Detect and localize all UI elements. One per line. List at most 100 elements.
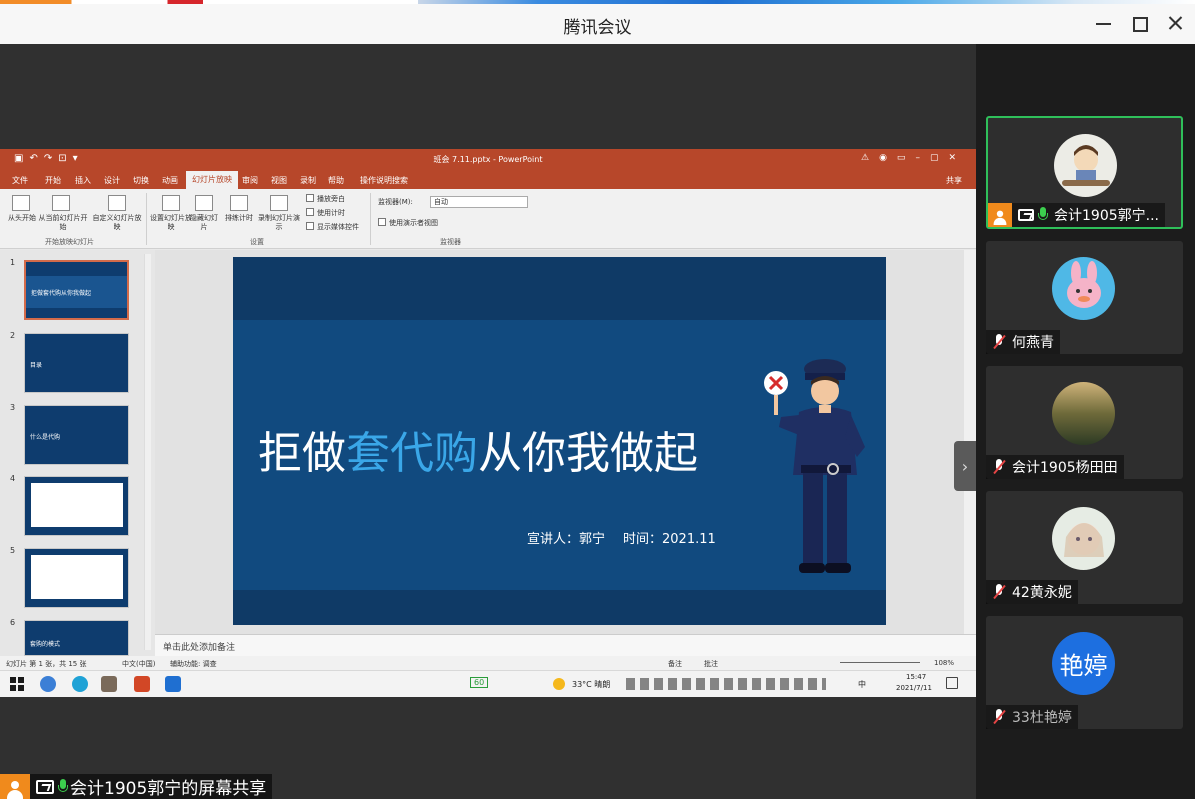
setup-show-button[interactable]: 设置幻灯片放映 — [150, 214, 192, 232]
ppt-tab[interactable]: 开始 — [45, 175, 61, 186]
thumb-number: 4 — [10, 474, 16, 483]
slide-thumbnail[interactable]: 套购的模式 — [24, 620, 129, 656]
participant-name-bar: 会计1905郭宁... — [988, 203, 1165, 227]
slide-thumbnail[interactable] — [24, 476, 129, 536]
participant-tile[interactable]: 何燕青 — [986, 241, 1183, 354]
powerpoint-icon[interactable] — [134, 676, 150, 692]
slide-thumbnail[interactable]: 什么是代购 — [24, 405, 129, 465]
status-language[interactable]: 中文(中国) — [122, 659, 155, 669]
custom-show-icon[interactable] — [108, 195, 126, 211]
participant-name-bar: 33杜艳婷 — [986, 705, 1078, 729]
close-icon[interactable] — [1165, 12, 1187, 34]
ppt-tab[interactable]: 审阅 — [242, 175, 258, 186]
desktop-strip — [0, 0, 1195, 4]
person-icon — [6, 779, 24, 799]
current-slide[interactable]: 拒做套代购从你我做起 宣讲人：郭宁 时间：2021.11 — [233, 257, 886, 625]
participant-avatar — [1052, 257, 1115, 320]
clock-date[interactable]: 2021/7/11 — [896, 684, 932, 692]
shared-powerpoint-window: ▣↶↷⊡▾ 班会 7.11.pptx - PowerPoint ⚠◉▭–▢✕ 文… — [0, 149, 976, 697]
app-icon[interactable] — [101, 676, 117, 692]
record-button[interactable]: 录制幻灯片演示 — [256, 214, 302, 232]
participant-name-bar: 42黄永妮 — [986, 580, 1078, 604]
shared-screen-area: ▣↶↷⊡▾ 班会 7.11.pptx - PowerPoint ⚠◉▭–▢✕ 文… — [0, 44, 976, 799]
minimize-icon[interactable] — [1093, 12, 1115, 34]
weather-text[interactable]: 33°C 晴朗 — [572, 679, 610, 690]
collapse-panel-button[interactable]: › — [954, 441, 976, 491]
record-icon[interactable] — [270, 195, 288, 211]
play-from-current-icon[interactable] — [52, 195, 70, 211]
system-tray-icons[interactable] — [626, 678, 826, 690]
ppt-tab[interactable]: 帮助 — [328, 175, 344, 186]
participant-avatar-text: 艳婷 — [1052, 632, 1115, 695]
edge-icon[interactable] — [72, 676, 88, 692]
monitor-label: 监视器(M): — [378, 198, 413, 206]
setup-show-icon[interactable] — [162, 195, 180, 211]
ribbon-separator — [146, 193, 147, 245]
slide-thumbnail[interactable]: 目录 — [24, 333, 129, 393]
thumb-number: 1 — [10, 258, 16, 267]
ppt-tab[interactable]: 动画 — [162, 175, 178, 186]
participant-avatar — [1052, 382, 1115, 445]
use-timings-checkbox[interactable]: 使用计时 — [306, 208, 345, 218]
participant-tile[interactable]: 艳婷 33杜艳婷 — [986, 616, 1183, 729]
notification-icon[interactable] — [946, 677, 958, 689]
status-accessibility[interactable]: 辅助功能: 调查 — [170, 659, 217, 669]
battery-indicator[interactable]: 60 — [470, 677, 489, 688]
play-from-start-icon[interactable] — [12, 195, 30, 211]
participant-tile[interactable]: 会计1905杨田田 — [986, 366, 1183, 479]
status-comments-button[interactable]: 批注 — [704, 659, 718, 669]
ppt-search-tab[interactable]: 操作说明搜索 — [360, 175, 408, 186]
from-start-button[interactable]: 从头开始 — [2, 214, 42, 223]
zoom-slider[interactable] — [840, 662, 920, 663]
clock-time[interactable]: 15:47 — [906, 673, 926, 681]
thumb-number: 5 — [10, 546, 16, 555]
show-media-checkbox[interactable]: 显示媒体控件 — [306, 222, 359, 232]
status-notes-button[interactable]: 备注 — [668, 659, 682, 669]
notes-pane[interactable]: 单击此处添加备注 — [155, 634, 976, 656]
browser-icon[interactable] — [40, 676, 56, 692]
weather-sun-icon — [553, 678, 565, 690]
rehearse-button[interactable]: 排练计时 — [220, 214, 258, 223]
mic-muted-icon — [990, 708, 1008, 726]
participant-tile[interactable]: 会计1905郭宁... — [986, 116, 1183, 229]
monitor-select[interactable]: 自动 — [430, 196, 528, 208]
ppt-tab[interactable]: 插入 — [75, 175, 91, 186]
status-zoom[interactable]: 108% — [934, 659, 954, 667]
windows-start-icon[interactable] — [10, 676, 26, 692]
screen-share-icon — [1018, 209, 1034, 221]
hide-slide-icon[interactable] — [195, 195, 213, 211]
ppt-window-controls[interactable]: ⚠◉▭–▢✕ — [861, 153, 966, 163]
thumb-title: 拒做套代购从你我做起 — [31, 290, 92, 297]
window-title: 腾讯会议 — [563, 18, 632, 38]
participant-tile[interactable]: 42黄永妮 — [986, 491, 1183, 604]
rehearse-icon[interactable] — [230, 195, 248, 211]
presenter-badge — [988, 203, 1012, 227]
tencent-meeting-icon[interactable] — [165, 676, 181, 692]
slide-thumbnail[interactable]: 拒做套代购从你我做起 — [24, 260, 129, 320]
from-current-button[interactable]: 从当前幻灯片开始 — [38, 214, 88, 232]
play-narration-checkbox[interactable]: 播放旁白 — [306, 194, 345, 204]
participant-avatar — [1052, 507, 1115, 570]
maximize-icon[interactable] — [1129, 12, 1151, 34]
ppt-tab[interactable]: 录制 — [300, 175, 316, 186]
hide-slide-button[interactable]: 隐藏幻灯片 — [190, 214, 218, 232]
mic-icon — [1038, 207, 1048, 223]
ppt-tab-active[interactable]: 幻灯片放映 — [186, 171, 238, 189]
ppt-ribbon-tabs: 文件 开始 插入 设计 切换 动画 幻灯片放映 审阅 视图 录制 帮助 操作说明… — [0, 169, 976, 189]
thumb-title: 套购的模式 — [30, 641, 61, 648]
slide-thumbnail[interactable] — [24, 548, 129, 608]
thumb-number: 2 — [10, 331, 16, 340]
ppt-tab[interactable]: 切换 — [133, 175, 149, 186]
ppt-tab[interactable]: 设计 — [104, 175, 120, 186]
ppt-tab[interactable]: 文件 — [12, 175, 28, 186]
ppt-share-button[interactable]: 共享 — [946, 175, 962, 186]
ime-indicator[interactable]: 中 — [858, 679, 866, 690]
participant-name-bar: 会计1905杨田田 — [986, 455, 1124, 479]
presenter-view-checkbox[interactable]: 使用演示者视图 — [378, 218, 438, 228]
participant-name: 33杜艳婷 — [1012, 710, 1072, 726]
group-label-monitor: 监视器 — [440, 238, 461, 246]
participant-avatar — [1054, 134, 1117, 197]
custom-show-button[interactable]: 自定义幻灯片放映 — [92, 214, 142, 232]
ppt-tab[interactable]: 视图 — [271, 175, 287, 186]
thumbnail-scrollbar[interactable] — [144, 254, 151, 650]
